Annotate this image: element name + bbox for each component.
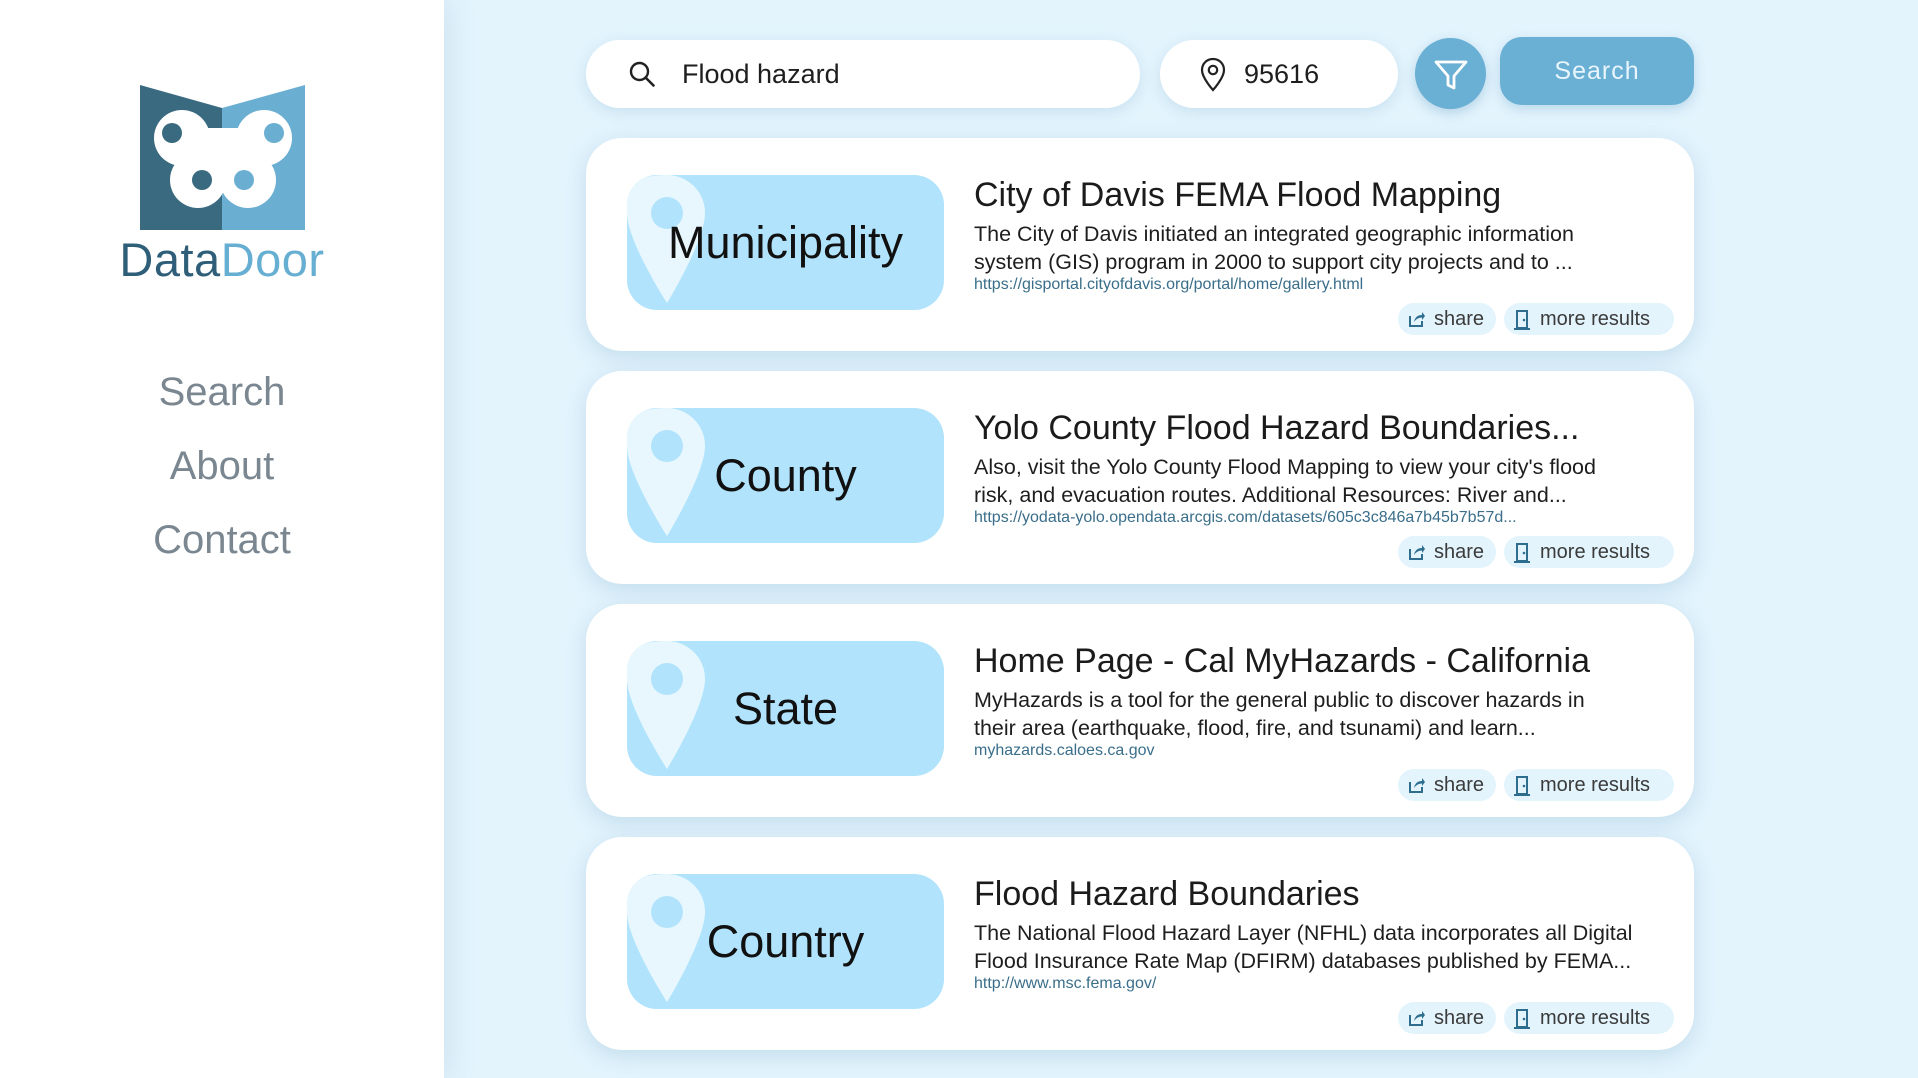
nav-contact[interactable]: Contact <box>0 503 444 577</box>
result-title[interactable]: Flood Hazard Boundaries <box>974 875 1360 914</box>
result-card[interactable]: Municipality City of Davis FEMA Flood Ma… <box>586 138 1694 351</box>
more-results-label: more results <box>1540 541 1651 563</box>
result-description: The National Flood Hazard Layer (NFHL) d… <box>974 919 1644 975</box>
description-line: MyHazards is a tool for the general publ… <box>974 688 1585 712</box>
nav-search[interactable]: Search <box>0 355 444 429</box>
level-badge: Country <box>627 874 944 1009</box>
more-results-label: more results <box>1540 1007 1651 1029</box>
more-results-button[interactable]: more results <box>1504 1002 1674 1034</box>
brand-name-part2: Door <box>220 233 325 286</box>
share-label: share <box>1434 308 1485 330</box>
share-button[interactable]: share <box>1398 303 1496 335</box>
zip-value: 95616 <box>1244 59 1320 89</box>
result-url[interactable]: https://gisportal.cityofdavis.org/portal… <box>974 276 1363 294</box>
result-description: Also, visit the Yolo County Flood Mappin… <box>974 453 1644 509</box>
level-label: Country <box>706 916 865 967</box>
more-results-button[interactable]: more results <box>1504 769 1674 801</box>
share-label: share <box>1434 774 1485 796</box>
sidebar: DataDoor Search About Contact <box>0 0 444 1078</box>
filter-icon <box>1434 60 1468 90</box>
share-icon <box>1409 1011 1425 1026</box>
level-label: State <box>732 683 839 734</box>
result-url[interactable]: http://www.msc.fema.gov/ <box>974 975 1156 993</box>
description-line: risk, and evacuation routes. Additional … <box>974 483 1567 507</box>
door-icon <box>1514 776 1530 796</box>
door-icon <box>1514 1009 1530 1029</box>
filter-button[interactable] <box>1415 38 1486 109</box>
result-url[interactable]: myhazards.caloes.ca.gov <box>974 742 1155 760</box>
level-badge: County <box>627 408 944 543</box>
main-nav: Search About Contact <box>0 355 444 577</box>
location-pin-icon <box>1200 57 1226 92</box>
search-input[interactable]: Flood hazard <box>586 40 1140 108</box>
share-icon <box>1409 545 1425 560</box>
share-icon <box>1409 778 1425 793</box>
result-title[interactable]: City of Davis FEMA Flood Mapping <box>974 176 1501 215</box>
more-results-label: more results <box>1540 774 1651 796</box>
share-icon <box>1409 312 1425 327</box>
result-url[interactable]: https://yodata-yolo.opendata.arcgis.com/… <box>974 509 1517 527</box>
more-results-button[interactable]: more results <box>1504 536 1674 568</box>
result-title[interactable]: Yolo County Flood Hazard Boundaries... <box>974 409 1579 448</box>
zip-input[interactable]: 95616 <box>1160 40 1398 108</box>
door-icon <box>1514 310 1530 330</box>
share-button[interactable]: share <box>1398 536 1496 568</box>
share-label: share <box>1434 1007 1485 1029</box>
description-line: system (GIS) program in 2000 to support … <box>974 250 1573 274</box>
result-description: The City of Davis initiated an integrate… <box>974 220 1644 276</box>
level-label: Municipality <box>667 217 904 268</box>
level-badge: State <box>627 641 944 776</box>
search-query: Flood hazard <box>682 59 840 89</box>
nav-about[interactable]: About <box>0 429 444 503</box>
result-card[interactable]: State Home Page - Cal MyHazards - Califo… <box>586 604 1694 817</box>
result-description: MyHazards is a tool for the general publ… <box>974 686 1644 742</box>
door-icon <box>1514 543 1530 563</box>
more-results-button[interactable]: more results <box>1504 303 1674 335</box>
result-card[interactable]: Country Flood Hazard Boundaries The Nati… <box>586 837 1694 1050</box>
brand-name: DataDoor <box>0 232 444 287</box>
brand-name-part1: Data <box>119 233 221 286</box>
search-button[interactable]: Search <box>1500 37 1694 105</box>
share-label: share <box>1434 541 1485 563</box>
search-icon <box>629 61 655 87</box>
description-line: Flood Insurance Rate Map (DFIRM) databas… <box>974 949 1632 973</box>
description-line: their area (earthquake, flood, fire, and… <box>974 716 1536 740</box>
description-line: The City of Davis initiated an integrate… <box>974 222 1574 246</box>
result-title[interactable]: Home Page - Cal MyHazards - California <box>974 642 1590 681</box>
level-label: County <box>714 450 857 501</box>
description-line: The National Flood Hazard Layer (NFHL) d… <box>974 921 1633 945</box>
share-button[interactable]: share <box>1398 1002 1496 1034</box>
share-button[interactable]: share <box>1398 769 1496 801</box>
description-line: Also, visit the Yolo County Flood Mappin… <box>974 455 1596 479</box>
result-card[interactable]: County Yolo County Flood Hazard Boundari… <box>586 371 1694 584</box>
more-results-label: more results <box>1540 308 1651 330</box>
level-badge: Municipality <box>627 175 944 310</box>
